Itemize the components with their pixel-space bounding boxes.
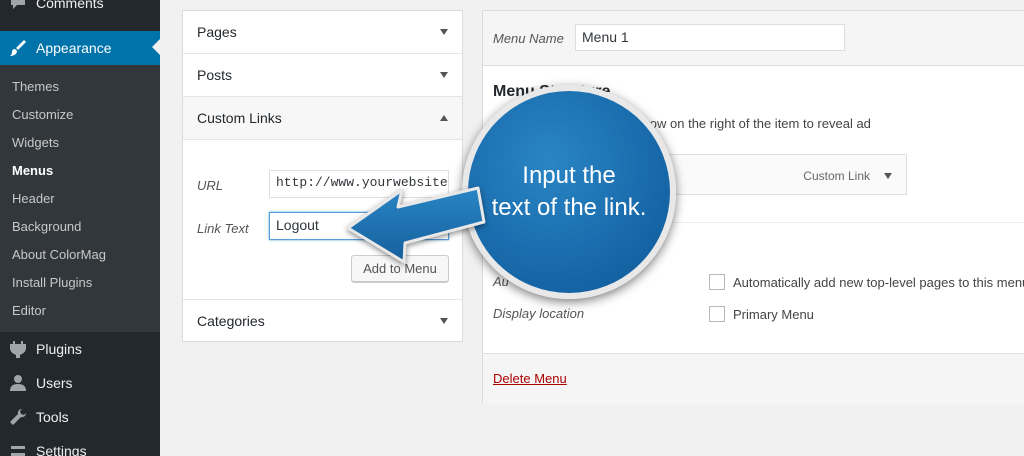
callout-arrow-icon [346,186,486,264]
